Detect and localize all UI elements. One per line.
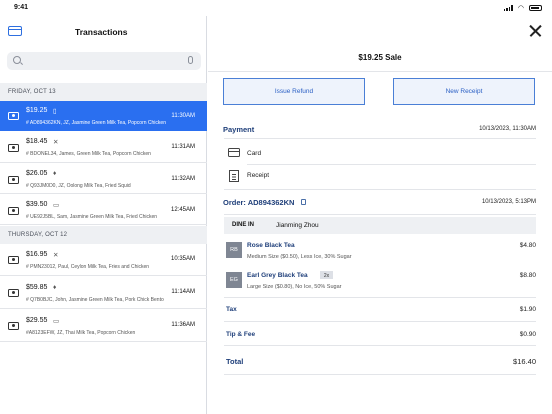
divider [247, 164, 536, 165]
transaction-description: # Q93JM0D0, JZ, Oolong Milk Tea, Fried S… [26, 183, 131, 189]
close-icon[interactable] [528, 24, 542, 38]
transaction-row[interactable]: $29.55 ▭ #A8123EFW, JZ, Thai Milk Tea, P… [0, 310, 207, 342]
payment-method-card[interactable]: Card [247, 150, 261, 157]
transaction-amount: $59.85 [26, 284, 48, 291]
transaction-amount: $16.95 [26, 251, 48, 258]
transaction-row[interactable]: $39.50 ▭ # UE92J5BL, Sam, Jasmine Green … [0, 195, 207, 225]
transaction-row[interactable]: $19.25 ▯ # AD894362KN, JZ, Jasmine Green… [0, 101, 207, 131]
transaction-row[interactable]: $18.45 ✕ # BDONEL34, James, Green Milk T… [0, 132, 207, 163]
transaction-amount: $19.25 [26, 107, 48, 114]
location-icon: ♦ [53, 170, 57, 177]
payment-date: 10/13/2023, 11:30AM [479, 126, 536, 132]
transactions-header: Transactions [0, 16, 207, 44]
transaction-time: 11:30AM [171, 113, 195, 119]
receipt-option[interactable]: Receipt [247, 172, 269, 179]
transaction-description: # BDONEL34, James, Green Milk Tea, Popco… [26, 151, 151, 157]
item-name: Earl Grey Black Tea [247, 272, 308, 279]
transaction-time: 11:36AM [171, 322, 195, 328]
cash-icon [8, 144, 19, 152]
transaction-amount: $29.55 [26, 317, 48, 324]
date-group-header: THURSDAY, OCT 12 [0, 226, 207, 244]
tip-fee-label: Tip & Fee [226, 331, 256, 338]
transaction-description: # Q7B0BJC, John, Jasmine Green Milk Tea,… [26, 297, 164, 303]
payment-section-title: Payment [223, 125, 255, 134]
tax-label: Tax [226, 306, 237, 313]
transaction-description: # UE92J5BL, Sam, Jasmine Green Milk Tea,… [26, 214, 158, 220]
transaction-amount: $26.05 [26, 170, 48, 177]
cash-icon [8, 289, 19, 297]
location-icon: ♦ [53, 284, 57, 291]
transaction-time: 10:35AM [170, 256, 195, 262]
tax-value: $1.90 [519, 306, 536, 313]
total-label: Total [226, 357, 244, 366]
cash-icon [8, 322, 19, 330]
tip-fee-value: $0.90 [519, 331, 536, 338]
transaction-amount: $39.50 [26, 201, 48, 208]
cash-icon [8, 256, 19, 264]
kiosk-icon: ▭ [53, 202, 60, 209]
transaction-row[interactable]: $26.05 ♦ # Q93JM0D0, JZ, Oolong Milk Tea… [0, 164, 207, 194]
new-receipt-button[interactable]: New Receipt [393, 78, 535, 105]
item-price: $4.80 [519, 242, 536, 249]
microphone-icon[interactable] [188, 56, 193, 64]
divider [208, 71, 552, 72]
item-price: $8.80 [519, 272, 536, 279]
cash-icon [8, 176, 19, 184]
order-title: Order: AD894362KN [223, 198, 295, 207]
transaction-time: 11:32AM [171, 176, 195, 182]
transaction-amount: $18.45 [26, 138, 48, 145]
search-input[interactable] [25, 54, 185, 68]
copy-icon[interactable] [301, 199, 306, 205]
kiosk-icon: ▭ [53, 318, 60, 325]
transaction-description: # AD894362KN, JZ, Jasmine Green Milk Tea… [26, 120, 166, 126]
divider [224, 189, 536, 190]
item-modifiers: Large Size ($0.80), No Ice, 50% Sugar [247, 284, 342, 290]
card-icon [228, 148, 240, 157]
receipt-icon [229, 170, 239, 182]
status-icons: ◠ [503, 4, 542, 12]
item-thumbnail: EG [226, 272, 242, 288]
page-title: Transactions [75, 27, 128, 37]
divider [224, 374, 536, 375]
status-bar: 9:41 ◠ [0, 0, 552, 16]
divider [224, 297, 536, 298]
divider [224, 321, 536, 322]
transaction-time: 12:45AM [170, 207, 195, 213]
divider [224, 345, 536, 346]
cash-icon [8, 207, 19, 215]
delivery-icon: ✕ [53, 139, 59, 146]
issue-refund-button[interactable]: Issue Refund [223, 78, 365, 105]
transaction-description: #A8123EFW, JZ, Thai Milk Tea, Popcorn Ch… [26, 330, 136, 336]
status-time: 9:41 [14, 4, 29, 11]
date-group-header: FRIDAY, OCT 13 [0, 83, 207, 101]
divider [224, 138, 536, 139]
delivery-icon: ✕ [53, 252, 59, 259]
transaction-time: 11:31AM [171, 144, 195, 150]
item-quantity-badge: 2x [320, 271, 333, 279]
order-type-row: DINE IN Jianming Zhou [224, 217, 536, 234]
transaction-row[interactable]: $16.95 ✕ # PMN23012, Paul, Ceylon Milk T… [0, 244, 207, 276]
credit-card-icon[interactable] [8, 26, 22, 36]
transaction-detail-pane: $19.25 Sale Issue Refund New Receipt Pay… [208, 16, 552, 414]
cellular-signal-icon [503, 5, 513, 11]
dine-in-tag: DINE IN [232, 222, 255, 228]
transaction-row[interactable]: $59.85 ♦ # Q7B0BJC, John, Jasmine Green … [0, 277, 207, 309]
transaction-time: 11:14AM [171, 289, 195, 295]
transactions-list-pane: Transactions FRIDAY, OCT 13 $19.25 ▯ # A… [0, 16, 207, 414]
item-name: Rose Black Tea [247, 242, 295, 249]
total-value: $16.40 [513, 357, 536, 366]
transaction-description: # PMN23012, Paul, Ceylon Milk Tea, Fries… [26, 264, 150, 270]
battery-icon [529, 5, 542, 11]
divider [224, 214, 536, 215]
cash-icon [8, 112, 19, 120]
search-icon [13, 56, 21, 64]
wifi-icon: ◠ [517, 5, 524, 12]
order-date: 10/13/2023, 5:13PM [481, 199, 536, 205]
search-bar[interactable] [7, 52, 201, 70]
customer-name: Jianming Zhou [276, 222, 319, 229]
item-thumbnail: RB [226, 242, 242, 258]
phone-icon: ▯ [53, 108, 57, 115]
item-modifiers: Medium Size ($0.50), Less Ice, 30% Sugar [247, 254, 352, 260]
sale-title: $19.25 Sale [358, 53, 402, 62]
